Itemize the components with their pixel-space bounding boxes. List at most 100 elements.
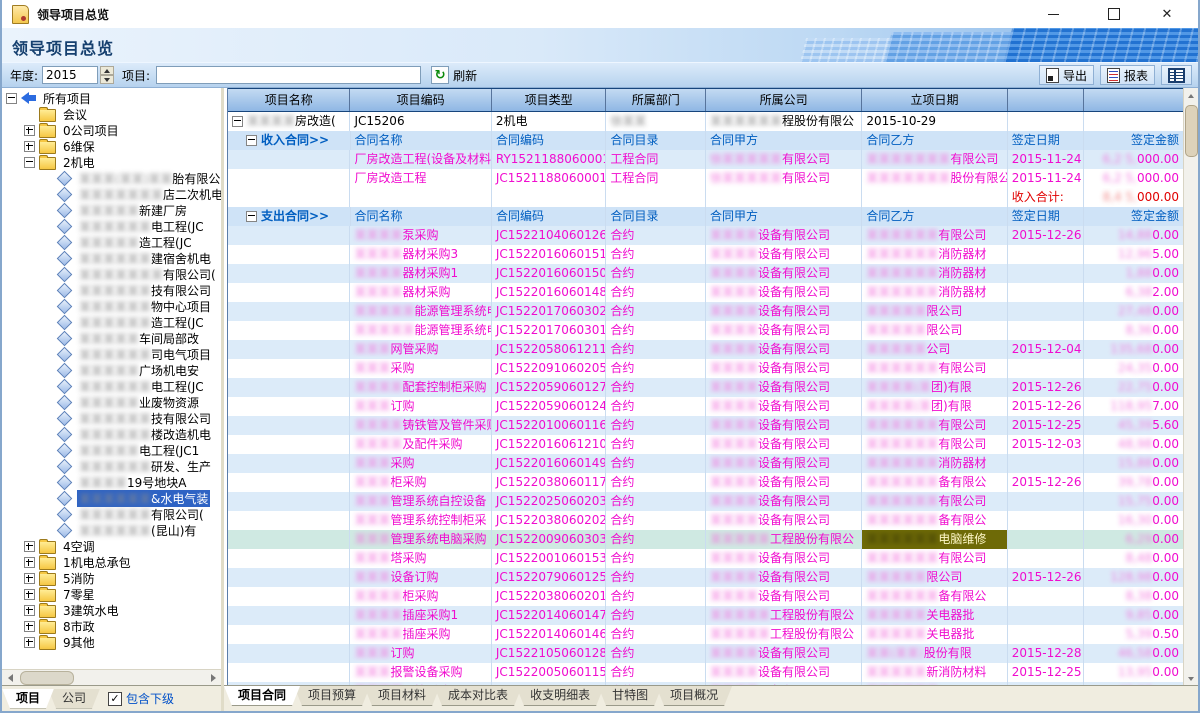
contract-row[interactable]: 某某某订购JC1522059060124合约某某某某设备有限公司某某某某(某团)… — [228, 397, 1184, 416]
tree-item[interactable]: 某某某某某造工程(JC — [2, 234, 221, 250]
tree-item[interactable]: 某某某某某某有限公司( — [2, 506, 221, 522]
contract-row[interactable]: 某某某报警设备采购JC1522005060115合约某某某某设备有限公司某某某某… — [228, 663, 1184, 682]
tree-item[interactable]: 某某某某某某研发、生产 — [2, 458, 221, 474]
tree-expander-icon[interactable] — [24, 157, 35, 168]
grid-view-button[interactable] — [1161, 65, 1192, 85]
bottom-tab-2[interactable]: 项目预算 — [294, 686, 370, 706]
contract-row[interactable]: 某某某塔采购JC1522001060153合约某某某某设备有限公司某某某某某某有… — [228, 549, 1184, 568]
contract-row[interactable]: 某某某管理系统电脑采购JC1522009060303合约某某某某某工程股份有限公… — [228, 530, 1184, 549]
tree-item[interactable]: 7零星 — [2, 586, 221, 602]
contract-row[interactable]: 某某某采购JC1522016060149合约某某某某设备有限公司某某某某某某消防… — [228, 454, 1184, 473]
grid-header-row[interactable]: 项目名称项目编码项目类型所属部门所属公司立项日期 — [228, 88, 1184, 112]
tree-expander-icon[interactable] — [24, 605, 35, 616]
tree-expander-icon[interactable] — [24, 557, 35, 568]
tree-item[interactable]: 会议 — [2, 106, 221, 122]
scroll-up-icon[interactable] — [1184, 88, 1198, 103]
year-spinner[interactable] — [100, 66, 114, 84]
tree-expander-icon[interactable] — [24, 589, 35, 600]
bottom-tab-3[interactable]: 项目材料 — [364, 686, 440, 706]
contract-row[interactable]: 某某某某某能源管理系统电表JC1522017060301合约某某某某设备有限公司… — [228, 321, 1184, 340]
maximize-button[interactable] — [1091, 0, 1137, 28]
tree-item[interactable]: 9其他 — [2, 634, 221, 650]
tree-item[interactable]: 某某某某某某技有限公司 — [2, 410, 221, 426]
tree-item[interactable]: 8市政 — [2, 618, 221, 634]
tree-item[interactable]: 2机电 — [2, 154, 221, 170]
bottom-tab-4[interactable]: 成本对比表 — [434, 686, 522, 706]
tree-item[interactable]: 某某某某某业废物资源 — [2, 394, 221, 410]
contract-row[interactable]: 某某某某器材采购JC1522016060148合约某某某某设备有限公司某某某某某… — [228, 283, 1184, 302]
tree-item[interactable]: 5消防 — [2, 570, 221, 586]
tab-project[interactable]: 项目 — [2, 689, 54, 709]
bottom-tab-7[interactable]: 项目概况 — [656, 686, 732, 706]
scroll-left-icon[interactable] — [2, 670, 18, 686]
close-button[interactable]: ✕ — [1144, 0, 1190, 28]
include-sub-checkbox[interactable]: ✓ 包含下级 — [108, 690, 174, 707]
contract-row[interactable]: 某某某某器材采购3JC1522016060151合约某某某某设备有限公司某某某某… — [228, 245, 1184, 264]
tree-item[interactable]: 1机电总承包 — [2, 554, 221, 570]
tree-item[interactable]: 某某某某某某某店二次机电 — [2, 186, 221, 202]
year-input[interactable]: 2015 — [42, 66, 98, 84]
scroll-thumb[interactable] — [1185, 105, 1198, 157]
contract-row[interactable]: 某某某设备订购JC1522079060125合约某某某某设备有限公司某某某某某限… — [228, 568, 1184, 587]
report-button[interactable]: 报表 — [1100, 65, 1155, 85]
export-button[interactable]: 导出 — [1039, 65, 1094, 85]
contract-row[interactable]: 某某某某及配件采购JC1522016061210合约某某某某设备有限公司某某某某… — [228, 435, 1184, 454]
contract-row[interactable]: 厂房改造工程JC1521188060001工程合同徐某某某某某有限公司某某某某某… — [228, 169, 1184, 188]
scroll-right-icon[interactable] — [205, 670, 221, 686]
tree-item[interactable]: 某某某某某某建宿舍机电 — [2, 250, 221, 266]
contract-row[interactable]: 某某某采购JC1522091060205合约某某某某设备有限公司某某某某某某有限… — [228, 359, 1184, 378]
tree-expander-icon[interactable] — [24, 541, 35, 552]
contract-row[interactable]: 某某某网管采购JC1522058061211合约某某某某设备有限公司某某某某某公… — [228, 340, 1184, 359]
tree-item[interactable]: 所有项目 — [2, 90, 221, 106]
section-header-row[interactable]: 支出合同>>合同名称合同编码合同目录合同甲方合同乙方签定日期签定金额 — [228, 207, 1184, 226]
minimize-button[interactable] — [1030, 0, 1076, 28]
tree-item[interactable]: 某某某某某某技有限公司 — [2, 282, 221, 298]
tree-item[interactable]: 某某某某某车间局部改 — [2, 330, 221, 346]
grid-vertical-scrollbar[interactable] — [1183, 88, 1198, 686]
contract-row[interactable]: 厂房改造工程(设备及材料RY1521188060001工程合同徐某某某某某有限公… — [228, 150, 1184, 169]
income-total-row[interactable]: 收入合计:8,4 5,000.00 — [228, 188, 1184, 207]
spin-down-icon[interactable] — [100, 75, 114, 84]
tab-company[interactable]: 公司 — [48, 689, 100, 709]
contract-row[interactable]: 某某某某某能源管理系统电表JC1522017060302合约某某某某设备有限公司… — [228, 302, 1184, 321]
tree-item[interactable]: 某某某某某某物中心项目 — [2, 298, 221, 314]
contract-row[interactable]: 某某某某插座采购1JC1522014060147合约某某某某某工程股份有限公某某… — [228, 606, 1184, 625]
tree-item[interactable]: 0公司项目 — [2, 122, 221, 138]
project-row[interactable]: 某某某某房改造(JC152062机电徐某某某某某某某某程股份有限公2015-10… — [228, 112, 1184, 131]
tree-item[interactable]: 某某某某19号地块A — [2, 474, 221, 490]
tree-item[interactable]: 某某某某某某电工程(JC — [2, 218, 221, 234]
tree-expander-icon[interactable] — [24, 141, 35, 152]
scroll-thumb[interactable] — [20, 671, 74, 685]
bottom-tab-5[interactable]: 收支明细表 — [516, 686, 604, 706]
tree-expander-icon[interactable] — [24, 621, 35, 632]
tree-item[interactable]: 某某某某某某电工程(JC — [2, 378, 221, 394]
contract-row[interactable]: 某某某某铸铁管及管件采购JC1522010060116合约某某某某设备有限公司某… — [228, 416, 1184, 435]
tree-expander-icon[interactable] — [24, 637, 35, 648]
contract-row[interactable]: 某某某某配套控制柜采购JC1522059060127合约某某某某设备有限公司某某… — [228, 378, 1184, 397]
contract-row[interactable]: 某某某某插座采购JC1522014060146合约某某某某某工程股份有限公某某某… — [228, 625, 1184, 644]
scroll-down-icon[interactable] — [1184, 671, 1198, 686]
contract-row[interactable]: 某某某管理系统控制柜采JC1522038060202合约某某某某设备有限公司某某… — [228, 511, 1184, 530]
bottom-tab-1[interactable]: 项目合同 — [224, 686, 300, 706]
tree-item[interactable]: 4空调 — [2, 538, 221, 554]
tree-item[interactable]: 某某某某某某某有限公司( — [2, 266, 221, 282]
tree-item[interactable]: 某某某某某某造工程(JC — [2, 314, 221, 330]
tree-expander-icon[interactable] — [24, 573, 35, 584]
contract-row[interactable]: 某某某某柜采购JC1522038060201合约某某某某设备有限公司某某某某某某… — [228, 587, 1184, 606]
refresh-button[interactable]: ↻ 刷新 — [431, 66, 477, 84]
contract-row[interactable]: 某某某柜采购JC1522038060117合约某某某某设备有限公司某某某某某某备… — [228, 473, 1184, 492]
contract-row[interactable]: 某某某某器材采购1JC1522016060150合约某某某某设备有限公司某某某某… — [228, 264, 1184, 283]
bottom-tab-6[interactable]: 甘特图 — [598, 686, 662, 706]
tree-item[interactable]: 6维保 — [2, 138, 221, 154]
tree-item[interactable]: 某某某某某电工程(JC1 — [2, 442, 221, 458]
tree-item[interactable]: 某某某某某某楼改造机电 — [2, 426, 221, 442]
tree-horizontal-scrollbar[interactable] — [2, 669, 221, 686]
section-header-row[interactable]: 收入合同>>合同名称合同编码合同目录合同甲方合同乙方签定日期签定金额 — [228, 131, 1184, 150]
tree-item[interactable]: 某某某(某某)某某胎有限公司 — [2, 170, 221, 186]
tree-expander-icon[interactable] — [24, 125, 35, 136]
tree-item[interactable]: 某某某某某某&水电气装 — [2, 490, 221, 506]
tree-item[interactable]: 某某某某某新建厂房 — [2, 202, 221, 218]
contract-row[interactable]: 某某某某泵采购JC1522104060126合约某某某某设备有限公司某某某某某某… — [228, 226, 1184, 245]
contract-row[interactable]: 某某某订购JC1522105060128合约某某某某设备有限公司某某(某某)股份… — [228, 644, 1184, 663]
project-filter-input[interactable] — [156, 66, 421, 84]
